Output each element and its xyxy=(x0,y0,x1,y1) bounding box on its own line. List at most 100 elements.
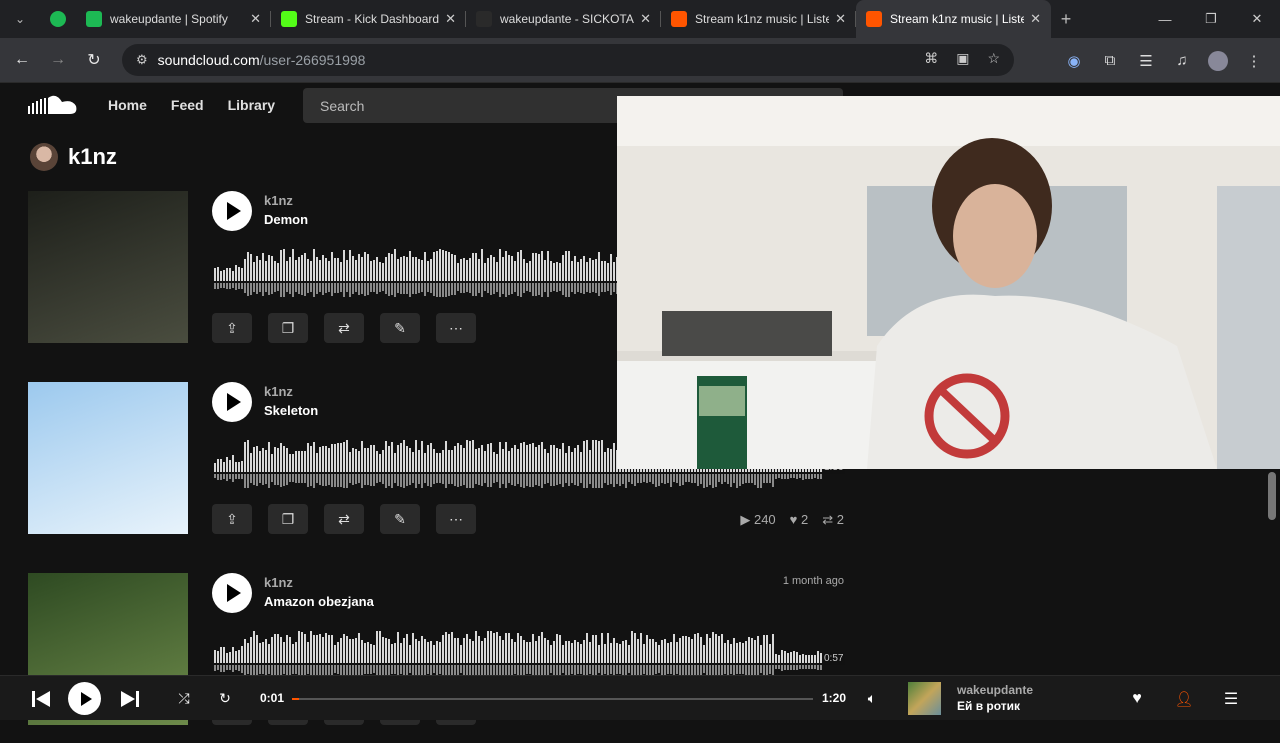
webcam-overlay xyxy=(617,96,1280,469)
install-app-icon[interactable]: ▣ xyxy=(956,50,969,67)
edit-pencil-button[interactable]: ✎ xyxy=(380,504,420,534)
tab-close-icon[interactable]: ✕ xyxy=(1030,11,1041,27)
nav-home[interactable]: Home xyxy=(108,97,147,113)
next-up-queue-icon[interactable]: ☰ xyxy=(1222,676,1240,721)
track-user[interactable]: k1nz xyxy=(264,384,293,399)
browser-tab[interactable]: Stream k1nz music | Listen ✕ xyxy=(856,0,1051,38)
nav-feed[interactable]: Feed xyxy=(171,97,204,113)
profile-header: k1nz xyxy=(30,143,117,171)
profile-name[interactable]: k1nz xyxy=(68,144,117,170)
tab-close-icon[interactable]: ✕ xyxy=(640,11,651,27)
track-title[interactable]: Amazon obezjana xyxy=(264,594,374,609)
like-heart-icon[interactable]: ♥ xyxy=(1128,676,1146,721)
plays-count: 240 xyxy=(753,512,776,527)
likes-stat[interactable]: ♥ 2 xyxy=(790,512,809,528)
repeat-icon[interactable]: ↻ xyxy=(215,676,235,721)
more-button[interactable]: ⋯ xyxy=(436,504,476,534)
now-playing-artwork[interactable] xyxy=(908,682,941,715)
shuffle-icon[interactable]: ⤮ xyxy=(174,676,194,721)
new-tab-button[interactable]: + xyxy=(1051,9,1081,30)
forward-arrow-icon[interactable]: → xyxy=(40,42,76,78)
share-button[interactable]: ⇪ xyxy=(212,504,252,534)
track-play-button[interactable] xyxy=(212,573,252,613)
menu-kebab-icon[interactable]: ⋮ xyxy=(1236,52,1272,70)
reading-list-icon[interactable]: ☰ xyxy=(1128,52,1164,70)
reposts-stat[interactable]: ⇄ 2 xyxy=(822,512,844,528)
now-playing-user[interactable]: wakeupdante xyxy=(957,683,1033,697)
restore-icon[interactable]: ❐ xyxy=(1188,0,1234,38)
tab-favicon-icon xyxy=(86,11,102,27)
heart-icon: ♥ xyxy=(789,512,802,527)
progress-bar[interactable] xyxy=(292,698,813,700)
tab-title: wakeupdante - SICKOTA xyxy=(500,12,634,26)
pinned-tab-spotify[interactable] xyxy=(40,0,76,38)
extensions-puzzle-icon[interactable]: ⧉ xyxy=(1092,52,1128,69)
play-icon xyxy=(227,584,241,602)
tab-close-icon[interactable]: ✕ xyxy=(835,11,846,27)
media-control-icon[interactable]: ♫ xyxy=(1164,52,1200,69)
profile-avatar[interactable] xyxy=(1200,50,1236,71)
reposts-count: 2 xyxy=(836,512,844,527)
browser-tab[interactable]: wakeupdante - SICKOTA ✕ xyxy=(466,0,661,38)
back-arrow-icon[interactable]: ← xyxy=(4,42,40,78)
soundcloud-logo-icon[interactable] xyxy=(28,94,78,123)
edit-pencil-icon: ✎ xyxy=(394,510,406,527)
reload-icon[interactable]: ↻ xyxy=(76,42,112,78)
track-title[interactable]: Skeleton xyxy=(264,403,318,418)
track-artwork[interactable] xyxy=(28,382,188,534)
volume-icon[interactable]: 🔈︎ xyxy=(862,676,882,721)
play-pause-button[interactable] xyxy=(68,682,101,715)
browser-tab[interactable]: wakeupdante | Spotify ✕ xyxy=(76,0,271,38)
more-button[interactable]: ⋯ xyxy=(436,313,476,343)
plays-stat: ▶ 240 xyxy=(740,512,775,528)
track-user[interactable]: k1nz xyxy=(264,575,293,590)
toolbar-right: ◉ ⧉ ☰ ♫ ⋮ xyxy=(1056,38,1272,83)
close-window-icon[interactable]: ✕ xyxy=(1234,0,1280,38)
more-icon: ⋯ xyxy=(449,510,463,527)
address-bar[interactable]: ⚙ soundcloud.com/user-266951998 ⌘ ▣ ☆ xyxy=(122,44,1014,76)
minimize-icon[interactable]: — xyxy=(1142,0,1188,38)
repost-button[interactable]: ⇄ xyxy=(324,313,364,343)
url-path: /user-266951998 xyxy=(259,52,366,68)
track-title[interactable]: Demon xyxy=(264,212,308,227)
copy-link-button[interactable]: ❐ xyxy=(268,313,308,343)
player-bar: ⤮ ↻ 0:01 1:20 🔈︎ wakeupdante Ей в ротик … xyxy=(0,675,1280,720)
page-scrollbar[interactable] xyxy=(1268,472,1276,520)
share-icon: ⇪ xyxy=(226,510,238,527)
repost-icon: ⇄ xyxy=(338,510,350,527)
bookmark-star-icon[interactable]: ☆ xyxy=(987,50,1000,67)
play-icon xyxy=(227,393,241,411)
tab-favicon-icon xyxy=(281,11,297,27)
edit-pencil-button[interactable]: ✎ xyxy=(380,313,420,343)
spotify-icon xyxy=(50,11,66,27)
repost-button[interactable]: ⇄ xyxy=(324,504,364,534)
previous-track-icon[interactable] xyxy=(30,676,52,721)
translate-icon[interactable]: ⌘ xyxy=(924,50,938,67)
now-playing-title[interactable]: Ей в ротик xyxy=(957,699,1020,713)
tab-search-dropdown-icon[interactable]: ⌄ xyxy=(0,0,40,38)
avatar[interactable] xyxy=(30,143,58,171)
site-settings-icon[interactable]: ⚙ xyxy=(136,52,148,68)
extension-audio-icon[interactable]: ◉ xyxy=(1056,52,1092,70)
tab-close-icon[interactable]: ✕ xyxy=(250,11,261,27)
browser-tab[interactable]: Stream - Kick Dashboard ✕ xyxy=(271,0,466,38)
play-icon xyxy=(227,202,241,220)
track-user[interactable]: k1nz xyxy=(264,193,293,208)
copy-link-button[interactable]: ❐ xyxy=(268,504,308,534)
track-play-button[interactable] xyxy=(212,382,252,422)
next-track-icon[interactable] xyxy=(119,676,141,721)
track-stats: ▶ 240 ♥ 2 ⇄ 2 xyxy=(740,512,844,528)
tab-close-icon[interactable]: ✕ xyxy=(445,11,456,27)
play-icon xyxy=(80,691,92,706)
track-artwork[interactable] xyxy=(28,191,188,343)
repost-icon: ⇄ xyxy=(338,319,350,336)
track-actions: ⇪ ❐ ⇄ ✎ ⋯ xyxy=(212,313,476,343)
share-button[interactable]: ⇪ xyxy=(212,313,252,343)
tab-title: Stream k1nz music | Listen xyxy=(695,12,830,26)
nav-library[interactable]: Library xyxy=(228,97,275,113)
browser-tab[interactable]: Stream k1nz music | Listen ✕ xyxy=(661,0,856,38)
current-time: 0:01 xyxy=(260,691,285,705)
track-play-button[interactable] xyxy=(212,191,252,231)
track-actions: ⇪ ❐ ⇄ ✎ ⋯ xyxy=(212,504,476,534)
follow-user-icon[interactable]: 👤︎ xyxy=(1174,676,1193,721)
